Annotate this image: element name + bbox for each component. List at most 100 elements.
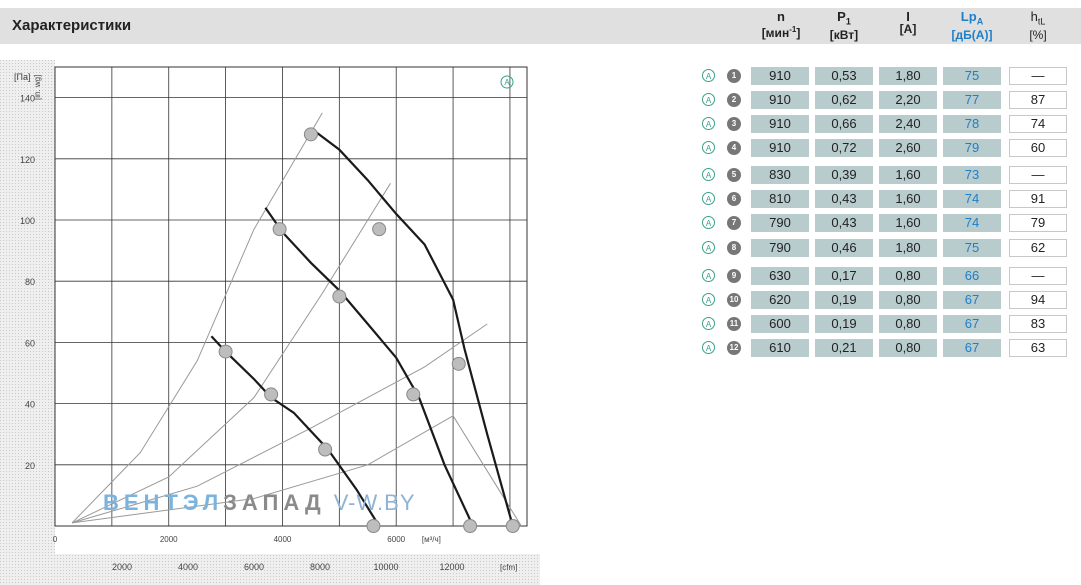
col-unit: [мин bbox=[761, 26, 790, 40]
cell-n: 790 bbox=[751, 239, 809, 257]
cell-p1: 0,72 bbox=[815, 139, 873, 157]
cell-lp: 74 bbox=[943, 214, 1001, 232]
cell-eff: 74 bbox=[1009, 115, 1067, 133]
curve-a-label: A bbox=[504, 78, 510, 87]
y-tick-label: 80 bbox=[25, 277, 35, 287]
cell-n: 910 bbox=[751, 115, 809, 133]
y-tick-label: 40 bbox=[25, 400, 35, 410]
cell-eff: 94 bbox=[1009, 291, 1067, 309]
operating-point bbox=[218, 344, 233, 359]
cell-n: 910 bbox=[751, 139, 809, 157]
y2-axis-label: [in. wg] bbox=[33, 75, 42, 100]
cell-p1: 0,17 bbox=[815, 267, 873, 285]
x-axis-label: [м³/ч] bbox=[422, 535, 441, 544]
point-number-badge: 9 bbox=[727, 269, 741, 283]
cell-i: 1,80 bbox=[879, 239, 937, 257]
cell-eff: 91 bbox=[1009, 190, 1067, 208]
cell-n: 910 bbox=[751, 67, 809, 85]
cell-i: 0,80 bbox=[879, 315, 937, 333]
col-symbol: h bbox=[1030, 9, 1038, 24]
point-number-badge: 8 bbox=[727, 241, 741, 255]
watermark-part1: ВЕНТЭЛ bbox=[103, 490, 224, 515]
col-unit-end: ] bbox=[796, 26, 801, 40]
cell-n: 610 bbox=[751, 339, 809, 357]
x-tick-label: 0 bbox=[53, 535, 58, 544]
point-number-badge: 4 bbox=[727, 141, 741, 155]
point-number-badge: 5 bbox=[727, 168, 741, 182]
operating-point bbox=[372, 222, 387, 237]
x-tick-label: 4000 bbox=[274, 535, 292, 544]
x-tick-label: 2000 bbox=[160, 535, 178, 544]
operating-point bbox=[505, 519, 520, 533]
curve-a-icon: A bbox=[702, 317, 715, 330]
cell-p1: 0,19 bbox=[815, 291, 873, 309]
col-header-power: P1 [кВт] bbox=[815, 10, 873, 42]
curve-a-icon: A bbox=[702, 241, 715, 254]
cell-lp: 74 bbox=[943, 190, 1001, 208]
col-sub: 1 bbox=[845, 16, 851, 27]
col-unit: [дБ(A)] bbox=[951, 27, 993, 42]
col-symbol: n bbox=[777, 9, 785, 24]
x-tick-label: 6000 bbox=[387, 535, 405, 544]
point-number-badge: 6 bbox=[727, 192, 741, 206]
cell-lp: 67 bbox=[943, 315, 1001, 333]
cell-p1: 0,43 bbox=[815, 214, 873, 232]
cell-i: 0,80 bbox=[879, 267, 937, 285]
point-number-badge: 10 bbox=[727, 293, 741, 307]
col-header-current: I [A] bbox=[879, 10, 937, 36]
y-tick-label: 120 bbox=[20, 155, 35, 165]
cell-i: 1,60 bbox=[879, 190, 937, 208]
cell-eff: 63 bbox=[1009, 339, 1067, 357]
cell-lp: 67 bbox=[943, 339, 1001, 357]
curve-a-icon: A bbox=[702, 93, 715, 106]
x2-tick-label: 2000 bbox=[112, 562, 132, 572]
cell-p1: 0,66 bbox=[815, 115, 873, 133]
col-unit: [%] bbox=[1029, 27, 1047, 42]
curve-a-icon: A bbox=[702, 141, 715, 154]
cell-n: 630 bbox=[751, 267, 809, 285]
x2-tick-label: 6000 bbox=[244, 562, 264, 572]
curve-a-icon: A bbox=[702, 293, 715, 306]
col-sub: tL bbox=[1037, 16, 1046, 27]
col-header-efficiency: htL [%] bbox=[1009, 10, 1067, 42]
cell-p1: 0,46 bbox=[815, 239, 873, 257]
point-number-badge: 1 bbox=[727, 69, 741, 83]
col-unit: [A] bbox=[899, 22, 917, 36]
col-symbol: Lp bbox=[960, 9, 977, 24]
x2-tick-label: 8000 bbox=[310, 562, 330, 572]
operating-point bbox=[463, 519, 478, 533]
cell-eff: — bbox=[1009, 267, 1067, 285]
curve-a-icon: A bbox=[702, 117, 715, 130]
cell-n: 810 bbox=[751, 190, 809, 208]
cell-lp: 75 bbox=[943, 239, 1001, 257]
operating-point bbox=[366, 519, 381, 533]
cell-i: 1,80 bbox=[879, 67, 937, 85]
cell-n: 830 bbox=[751, 166, 809, 184]
curve-a-icon: A bbox=[702, 341, 715, 354]
curve-a-icon: A bbox=[702, 168, 715, 181]
operating-point bbox=[318, 442, 333, 457]
col-sub: A bbox=[976, 16, 984, 27]
col-header-speed: n [мин-1] bbox=[752, 10, 810, 40]
cell-i: 2,20 bbox=[879, 91, 937, 109]
cell-lp: 75 bbox=[943, 67, 1001, 85]
cell-p1: 0,19 bbox=[815, 315, 873, 333]
cell-i: 2,40 bbox=[879, 115, 937, 133]
cell-n: 910 bbox=[751, 91, 809, 109]
cell-n: 620 bbox=[751, 291, 809, 309]
operating-point bbox=[303, 127, 318, 142]
curve-a-icon: A bbox=[702, 216, 715, 229]
y-tick-label: 100 bbox=[20, 216, 35, 226]
cell-i: 1,60 bbox=[879, 214, 937, 232]
watermark: ВЕНТЭЛЗАПАД V-W.BY bbox=[103, 490, 416, 516]
operating-point bbox=[451, 356, 466, 371]
point-number-badge: 3 bbox=[727, 117, 741, 131]
curve-a-icon: A bbox=[702, 269, 715, 282]
x2-tick-label: 4000 bbox=[178, 562, 198, 572]
watermark-part3: V-W.BY bbox=[333, 490, 416, 515]
cell-n: 600 bbox=[751, 315, 809, 333]
cell-eff: 62 bbox=[1009, 239, 1067, 257]
axis-band-left bbox=[0, 60, 55, 585]
col-header-sound: LpA [дБ(A)] bbox=[943, 10, 1001, 42]
cell-p1: 0,53 bbox=[815, 67, 873, 85]
